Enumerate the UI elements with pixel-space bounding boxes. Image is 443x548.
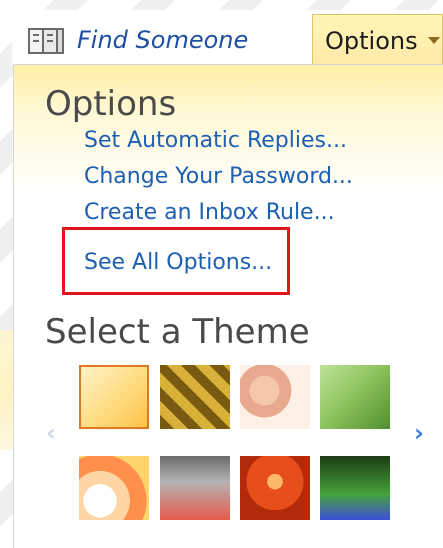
theme-thumbnail-4[interactable] — [320, 365, 390, 429]
find-someone-label: Find Someone — [77, 26, 249, 54]
find-someone-button[interactable]: Find Someone — [27, 18, 248, 62]
chevron-right-icon[interactable]: › — [410, 419, 428, 447]
caret-down-icon — [427, 37, 440, 44]
theme-thumbnail-1[interactable] — [79, 365, 149, 429]
chevron-left-icon[interactable]: ‹ — [42, 419, 60, 447]
theme-thumbnail-5[interactable] — [79, 456, 149, 520]
options-tab[interactable]: Options — [312, 14, 443, 66]
change-password-link[interactable]: Change Your Password... — [84, 164, 353, 189]
theme-thumbnail-8[interactable] — [320, 456, 390, 520]
options-tab-label: Options — [325, 26, 418, 55]
see-all-options-highlight — [62, 227, 290, 295]
address-book-icon — [27, 23, 65, 57]
options-heading: Options — [45, 84, 177, 124]
theme-thumbnail-3[interactable] — [240, 365, 310, 429]
create-inbox-rule-link[interactable]: Create an Inbox Rule... — [84, 200, 335, 225]
theme-thumbnail-2[interactable] — [160, 365, 230, 429]
theme-thumbnail-6[interactable] — [160, 456, 230, 520]
set-automatic-replies-link[interactable]: Set Automatic Replies... — [84, 128, 347, 153]
theme-thumbnail-7[interactable] — [240, 456, 310, 520]
select-theme-heading: Select a Theme — [45, 312, 310, 352]
